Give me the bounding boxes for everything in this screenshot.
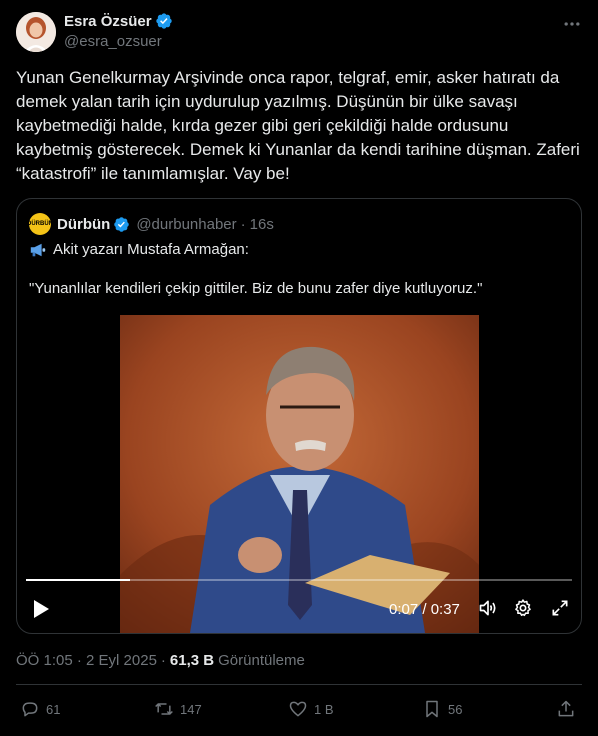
bookmark-count: 56 (448, 701, 463, 717)
views-label: Görüntüleme (218, 652, 305, 669)
tweet-meta: ÖÖ 1:05 · 2 Eyl 2025 · 61,3 B Görüntülem… (16, 652, 305, 669)
reply-icon (22, 702, 38, 717)
play-icon (34, 600, 49, 618)
views-count: 61,3 B (169, 652, 215, 669)
volume-icon (479, 600, 496, 616)
quoted-separator: · (240, 215, 246, 233)
video-progress-bar[interactable] (26, 579, 572, 581)
reply-button[interactable]: 61 (20, 699, 60, 719)
megaphone-icon (30, 243, 46, 256)
settings-button[interactable] (512, 597, 534, 619)
tweet: Esra Özsüer @esra_ozsuer Yunan Genelkurm… (0, 0, 598, 736)
share-button[interactable] (556, 699, 576, 719)
quoted-avatar: DÜRBÜN (27, 213, 53, 235)
fullscreen-icon (552, 600, 568, 616)
tweet-text: Yunan Genelkurmay Arşivinde onca rapor, … (16, 68, 585, 183)
fullscreen-button[interactable] (549, 597, 571, 619)
more-options-button[interactable] (560, 12, 584, 36)
tweet-timestamp[interactable]: ÖÖ 1:05 · 2 Eyl 2025 (16, 652, 157, 669)
quoted-tweet[interactable]: DÜRBÜN Dürbün @durbunhaber · 16s Akit ya… (16, 198, 582, 634)
bookmark-button[interactable]: 56 (422, 699, 462, 719)
share-icon (558, 700, 574, 717)
quoted-time: 16s (249, 215, 274, 233)
like-count: 1 B (314, 701, 334, 717)
video-player[interactable] (120, 315, 479, 633)
divider (16, 684, 582, 685)
repost-count: 147 (180, 701, 202, 717)
quoted-line-1: Akit yazarı Mustafa Armağan: (29, 241, 249, 258)
author-handle[interactable]: @esra_ozsuer (64, 33, 162, 50)
quoted-header: DÜRBÜN Dürbün @durbunhaber · 16s (27, 213, 274, 235)
repost-icon (155, 703, 173, 715)
repost-button[interactable]: 147 (154, 699, 202, 719)
video-progress-fill (26, 579, 130, 581)
reply-count: 61 (46, 701, 61, 717)
quoted-line-2: "Yunanlılar kendileri çekip gittiler. Bi… (29, 280, 483, 297)
bookmark-icon (426, 700, 438, 718)
author-name[interactable]: Esra Özsüer (64, 13, 152, 30)
quoted-verified-badge-icon (114, 216, 130, 232)
author-avatar[interactable] (16, 12, 56, 52)
like-button[interactable]: 1 B (288, 699, 334, 719)
quoted-avatar-logo: DÜRBÜN (27, 221, 53, 227)
meta-separator: · (160, 652, 166, 669)
video-frame (120, 315, 479, 633)
quoted-line-1-text: Akit yazarı Mustafa Armağan: (53, 241, 249, 258)
more-dots-icon (564, 22, 580, 26)
quoted-handle: @durbunhaber (136, 215, 237, 233)
volume-button[interactable] (477, 597, 499, 619)
verified-badge-icon (155, 13, 172, 29)
author-name-row[interactable]: Esra Özsüer (64, 12, 173, 30)
gear-icon (515, 599, 531, 617)
play-button[interactable] (29, 597, 53, 621)
video-time: 0:07 / 0:37 (389, 601, 460, 618)
action-bar: 61 147 1 B 56 (0, 699, 598, 725)
quoted-name: Dürbün (57, 215, 111, 233)
heart-icon (289, 701, 307, 717)
